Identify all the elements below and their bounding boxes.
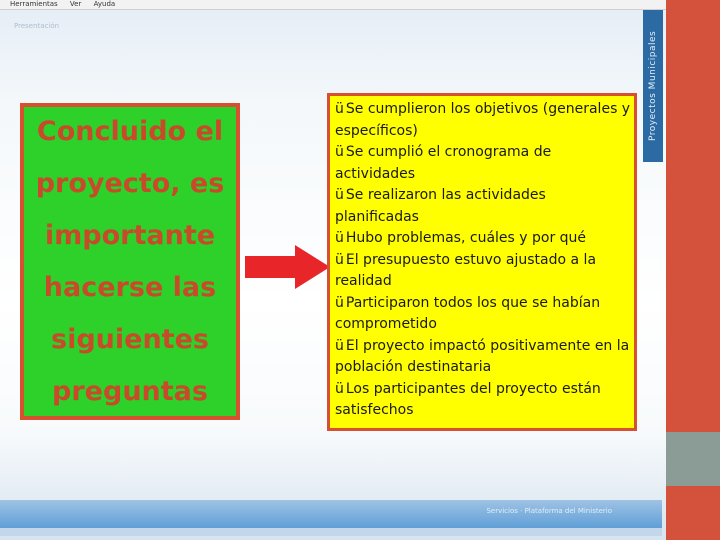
green-line-5: siguientes	[51, 323, 209, 355]
checkmark-icon: ü	[335, 251, 344, 268]
footer-line	[0, 528, 662, 536]
footer-band: Servicios · Plataforma del Ministerio	[0, 500, 662, 528]
side-panel[interactable]: Proyectos Municipales	[643, 10, 663, 162]
checkmark-icon: ü	[335, 230, 344, 246]
green-line-3: importante	[44, 219, 216, 251]
green-line-2: proyecto, es	[35, 167, 225, 199]
footer-text: Servicios · Plataforma del Ministerio	[486, 507, 612, 515]
window-title: Presentación	[14, 22, 60, 30]
green-line-4: hacerse las	[43, 271, 217, 303]
checklist-item-8: ü Los participantes del proyecto están sa…	[335, 380, 601, 419]
checkmark-icon: ü	[335, 337, 344, 354]
green-question-box: Concluido el proyecto, es importante hac…	[20, 103, 240, 420]
green-line-1: Concluido el	[36, 115, 224, 147]
checkmark-icon: ü	[335, 101, 344, 117]
checklist-item-1: ü Se cumplieron los objetivos (generales …	[335, 101, 631, 139]
yellow-checklist-box: ü Se cumplieron los objetivos (generales …	[327, 93, 637, 431]
checklist-item-7: ü El proyecto impactó positivamente en la…	[335, 337, 630, 376]
right-band-red-top	[666, 0, 720, 432]
right-arrow-icon	[245, 245, 330, 289]
checklist-item-6: ü Participaron todos los que se habían co…	[335, 294, 601, 333]
checklist-item-5: ü El presupuesto estuvo ajustado a la rea…	[335, 251, 597, 290]
checkmark-icon: ü	[335, 144, 344, 160]
checkmark-icon: ü	[335, 380, 344, 397]
checklist-item-3: ü Se realizaron las actividades planifica…	[335, 187, 546, 225]
green-box-text: Concluido el proyecto, es importante hac…	[24, 106, 236, 418]
menu-item-ver[interactable]: Ver	[70, 0, 81, 8]
checklist-item-2: ü Se cumplió el cronograma de actividades	[335, 144, 552, 182]
menu-item-herramientas[interactable]: Herramientas	[10, 0, 58, 8]
green-line-6: preguntas	[52, 375, 208, 407]
right-band-red-bottom	[666, 486, 720, 540]
side-panel-label: Proyectos Municipales	[648, 30, 658, 142]
checkmark-icon: ü	[335, 187, 344, 203]
menu-item-ayuda[interactable]: Ayuda	[94, 0, 116, 8]
checkmark-icon: ü	[335, 294, 344, 311]
checklist-item-4: ü Hubo problemas, cuáles y por qué	[335, 230, 587, 246]
menu-bar: Herramientas Ver Ayuda	[0, 0, 666, 10]
right-band-gray	[666, 432, 720, 486]
